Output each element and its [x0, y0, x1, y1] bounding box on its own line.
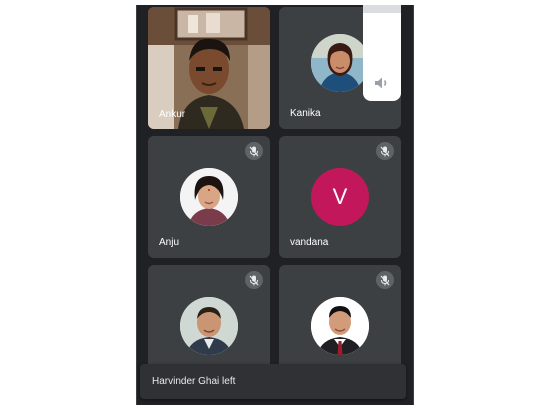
- participant-avatar: [180, 297, 238, 355]
- participant-name: Ankur: [159, 109, 186, 120]
- participant-name: Anju: [159, 237, 180, 248]
- participant-avatar: [311, 297, 369, 355]
- participant-name: Kanika: [290, 108, 321, 119]
- toast-message: Harvinder Ghai left: [152, 376, 236, 387]
- mic-off-icon: [245, 271, 263, 289]
- volume-indicator-panel[interactable]: [363, 5, 401, 101]
- participant-initial-avatar: V: [311, 168, 369, 226]
- mic-off-icon: [376, 142, 394, 160]
- participant-tile-ankur[interactable]: Ankur: [148, 7, 270, 129]
- speaker-icon: [374, 76, 390, 95]
- meeting-grid-screen: Ankur Kanika Anju V vandana: [136, 5, 414, 405]
- mic-off-icon: [376, 271, 394, 289]
- participant-left-toast: Harvinder Ghai left: [140, 364, 406, 399]
- participant-tile-anju[interactable]: Anju: [148, 136, 270, 258]
- participant-tile-vandana[interactable]: V vandana: [279, 136, 401, 258]
- mic-off-icon: [245, 142, 263, 160]
- volume-level-fill: [363, 5, 401, 13]
- participant-name: vandana: [290, 237, 329, 248]
- participant-avatar: [311, 34, 369, 92]
- participant-avatar: [180, 168, 238, 226]
